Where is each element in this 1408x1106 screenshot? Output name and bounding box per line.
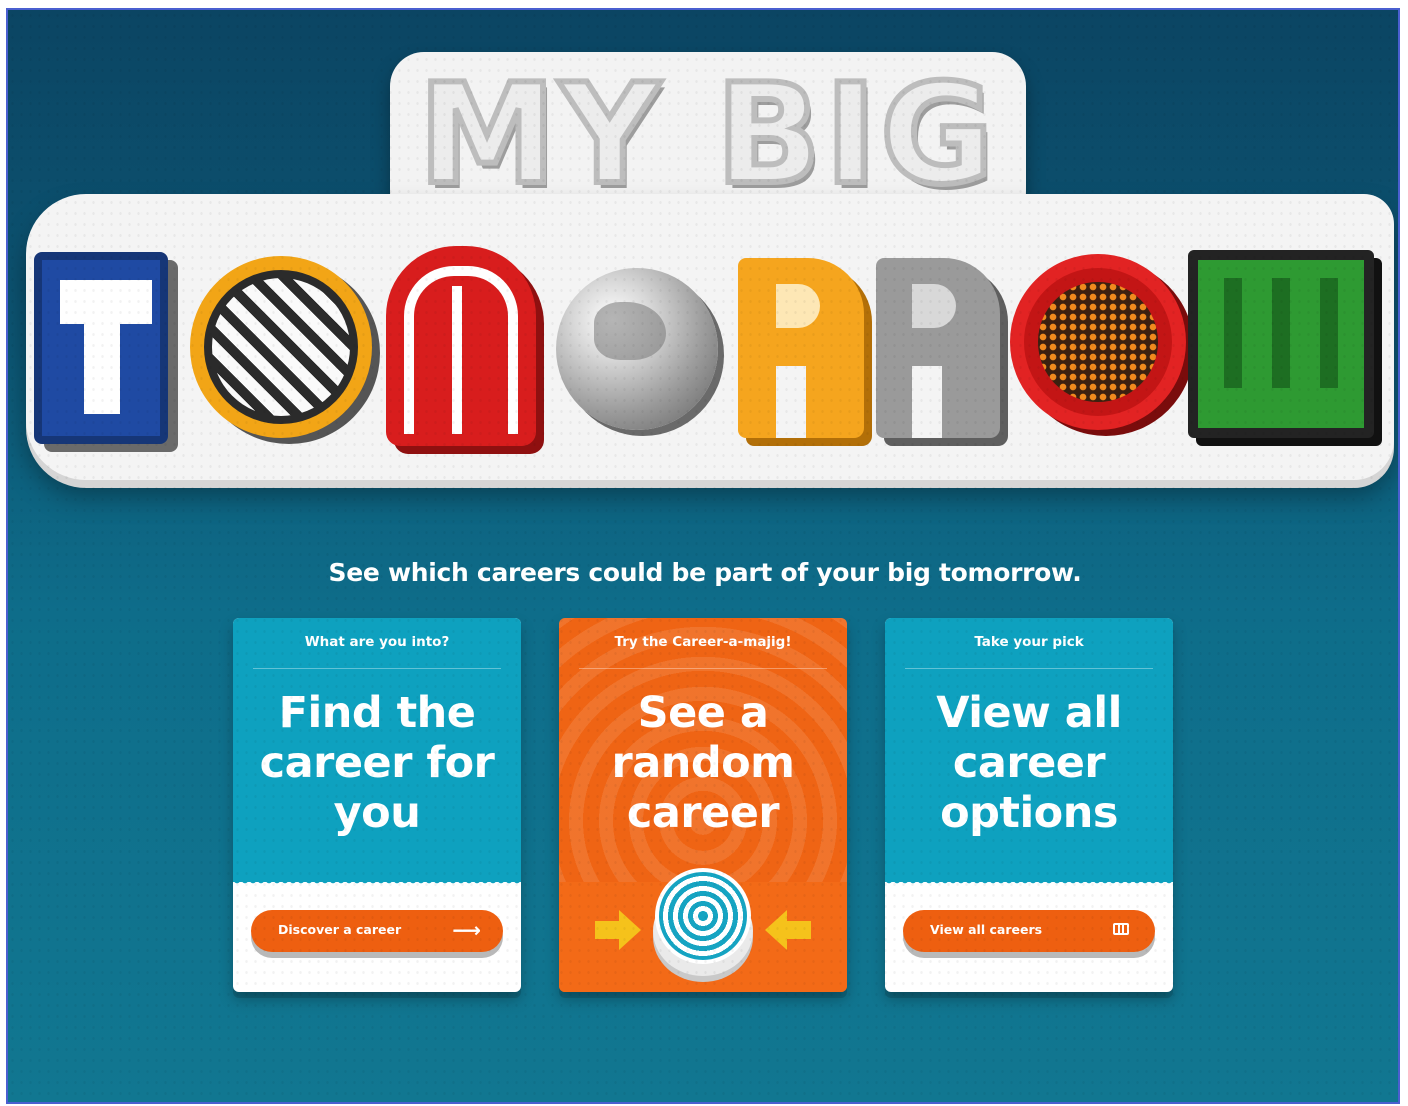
logo-letter-w xyxy=(1188,250,1374,438)
spiral-icon xyxy=(655,868,751,964)
my-big-tomorrow-logo: MY BIG xyxy=(8,10,1398,490)
card-headline: Find the career for you xyxy=(259,688,495,838)
logo-letter-o-striped xyxy=(190,256,372,438)
logo-globe-icon xyxy=(556,268,718,430)
logo-letter-t xyxy=(34,252,168,444)
card-kicker: Take your pick xyxy=(905,634,1153,669)
arrow-right-icon: ⟶ xyxy=(452,918,481,942)
discover-career-button[interactable]: Discover a career ⟶ xyxy=(251,910,503,952)
card-header-area: Take your pick View all career options xyxy=(885,618,1173,888)
career-a-majig-button[interactable] xyxy=(653,868,753,978)
logo-letter-r-orange xyxy=(738,258,864,438)
card-kicker: Try the Career-a-majig! xyxy=(579,634,827,669)
card-kicker: What are you into? xyxy=(253,634,501,669)
button-label: Discover a career xyxy=(278,922,402,937)
grid-icon xyxy=(1113,923,1129,935)
arrow-left-icon xyxy=(763,910,811,950)
card-headline: View all career options xyxy=(936,688,1122,838)
button-label: View all careers xyxy=(930,922,1043,937)
logo-letter-o-dots xyxy=(1010,254,1186,430)
view-all-careers-button[interactable]: View all careers xyxy=(903,910,1155,952)
page-background: MY BIG See which careers could be part o… xyxy=(6,8,1400,1104)
logo-letter-m xyxy=(386,246,536,446)
card-headline: See a random career xyxy=(611,688,795,838)
card-find-career[interactable]: What are you into? Find the career for y… xyxy=(233,618,521,992)
tagline: See which careers could be part of your … xyxy=(328,558,1082,587)
card-header-area: What are you into? Find the career for y… xyxy=(233,618,521,888)
card-view-all-careers[interactable]: Take your pick View all career options V… xyxy=(885,618,1173,992)
card-random-career[interactable]: Try the Career-a-majig! See a random car… xyxy=(559,618,847,992)
logo-letter-r-grey xyxy=(876,258,1000,438)
arrow-right-icon xyxy=(595,910,643,950)
